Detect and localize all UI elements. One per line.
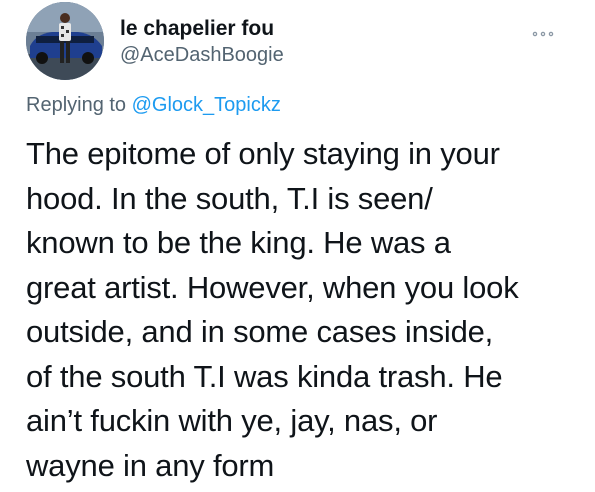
tweet: le chapelier fou @AceDashBoogie Replying… — [0, 0, 595, 492]
tweet-text-line: hood. In the south, T.I is seen/ — [26, 180, 433, 216]
replying-to: Replying to @Glock_Topickz — [26, 92, 281, 118]
tweet-text-line: of the south T.I was kinda trash. He — [26, 358, 503, 394]
avatar[interactable] — [26, 2, 104, 80]
reply-mention-link[interactable]: @Glock_Topickz — [132, 94, 281, 116]
tweet-text-line: known to be the king. He was a — [26, 225, 451, 260]
display-name[interactable]: le chapelier fou — [120, 17, 284, 41]
tweet-text-line: The epitome of only staying in your — [26, 136, 500, 171]
tweet-text-line: wayne in any form — [26, 447, 275, 483]
more-horizontal-icon[interactable] — [525, 22, 561, 46]
tweet-text-line: outside, and in some cases inside, — [26, 314, 494, 349]
replying-to-label: Replying to — [26, 94, 127, 116]
author-info: le chapelier fou @AceDashBoogie — [120, 17, 284, 67]
user-handle[interactable]: @AceDashBoogie — [120, 43, 284, 67]
tweet-text: The epitome of only staying in your hood… — [26, 132, 586, 488]
profile-photo — [26, 2, 104, 80]
tweet-text-line: great artist. However, when you look — [26, 269, 519, 305]
tweet-text-line: ain’t fuckin with ye, jay, nas, or — [26, 403, 438, 438]
